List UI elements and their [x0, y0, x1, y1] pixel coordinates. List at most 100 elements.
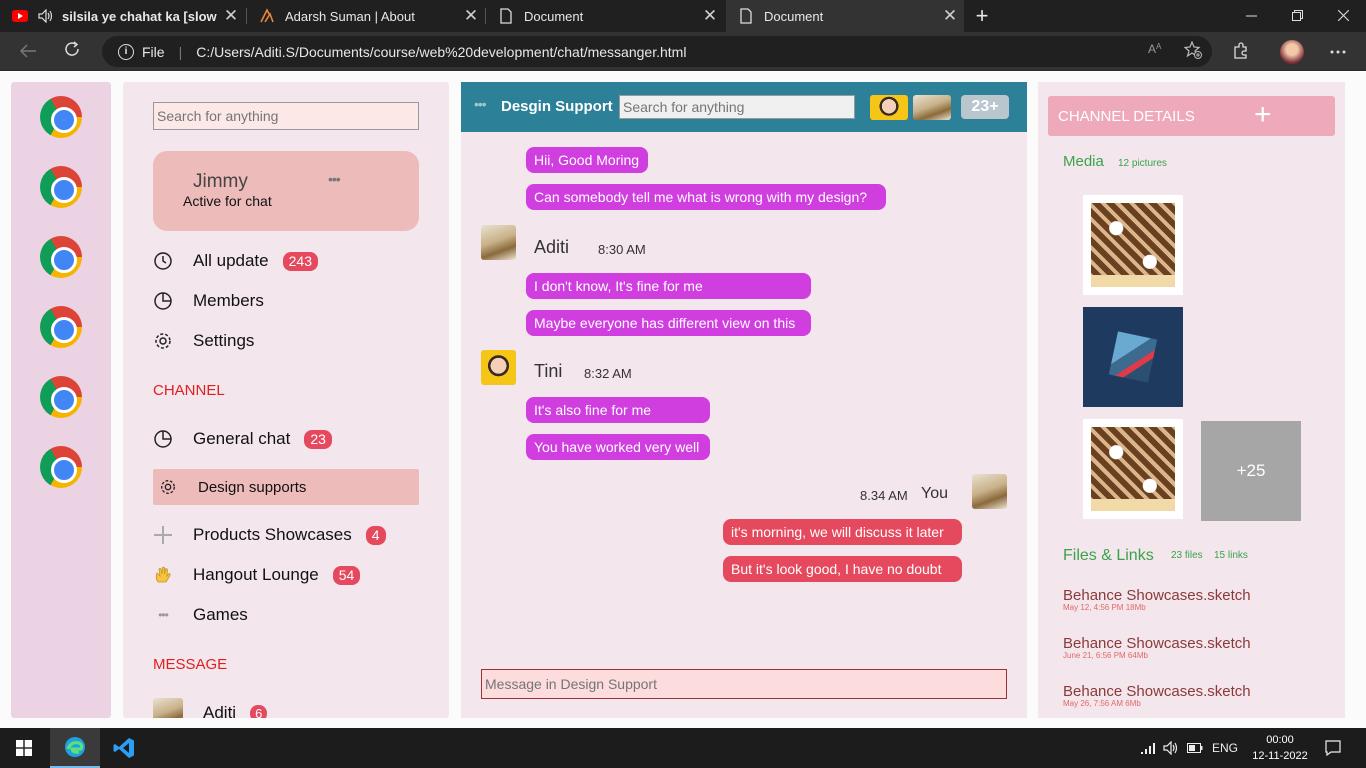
back-icon[interactable] [14, 38, 42, 66]
minimize-icon[interactable] [1228, 0, 1274, 32]
favorite-add-icon[interactable] [1183, 40, 1202, 62]
more-options-icon[interactable]: ••• [328, 171, 341, 187]
close-window-icon[interactable] [1320, 0, 1366, 32]
chrome-icon[interactable] [40, 236, 82, 278]
tab-title: Document [764, 8, 824, 24]
waving-hand-icon [153, 565, 173, 585]
close-tab-icon[interactable]: ✕ [217, 6, 245, 26]
details-header: CHANNEL DETAILS + [1048, 96, 1335, 136]
message-bubble: Hii, Good Moring [526, 147, 648, 173]
gear-icon [158, 477, 178, 497]
add-icon[interactable]: + [1254, 100, 1272, 130]
profile-name: Jimmy [193, 171, 248, 192]
windows-start-icon[interactable] [0, 728, 48, 768]
message-bubble: It's also fine for me [526, 397, 710, 423]
more-menu-icon[interactable] [1330, 38, 1346, 59]
url-actions: AA [1148, 40, 1202, 62]
sidebar: Jimmy Active for chat ••• All update 243… [123, 82, 449, 718]
media-thumbnail[interactable] [1083, 419, 1183, 519]
media-heading: Media [1063, 153, 1104, 170]
channel-label: Products Showcases [193, 525, 352, 544]
member-count-badge[interactable]: 23+ [961, 95, 1009, 119]
media-thumbnail[interactable] [1083, 195, 1183, 295]
more-media-button[interactable]: +25 [1201, 421, 1301, 521]
speaker-icon[interactable] [38, 8, 54, 24]
tab-document-active[interactable]: Document ✕ [726, 0, 964, 32]
battery-icon[interactable] [1187, 728, 1203, 768]
media-count: 12 pictures [1118, 158, 1167, 169]
sender-name: Aditi [534, 237, 570, 257]
read-aloud-icon[interactable]: AA [1148, 41, 1166, 62]
files-count: 23 files [1171, 550, 1203, 561]
dots-icon: ••• [158, 608, 169, 622]
tab-adarsh-about[interactable]: Adarsh Suman | About ✕ [247, 0, 485, 32]
channel-games[interactable]: ••• Games [153, 600, 248, 630]
count-badge: 23 [304, 429, 332, 449]
direct-message-aditi[interactable]: Aditi 6 [153, 698, 268, 718]
channel-title: Desgin Support [501, 98, 613, 115]
pie-chart-icon [153, 291, 173, 311]
edge-taskbar-icon[interactable] [50, 728, 100, 768]
clock-time: 00:00 [1266, 734, 1294, 746]
tab-title: Document [524, 8, 584, 24]
chrome-icon[interactable] [40, 446, 82, 488]
close-tab-icon[interactable]: ✕ [457, 6, 485, 26]
close-tab-icon[interactable]: ✕ [696, 6, 724, 26]
notifications-icon[interactable] [1325, 728, 1341, 768]
tab-title: Adarsh Suman | About [285, 8, 415, 24]
sidebar-search-input[interactable] [153, 102, 419, 130]
chrome-icon[interactable] [40, 306, 82, 348]
channel-heading: CHANNEL [153, 382, 225, 399]
url-text: C:/Users/Aditi.S/Documents/course/web%20… [196, 43, 687, 60]
avatar [972, 474, 1007, 509]
message-input[interactable] [481, 669, 1007, 699]
tab-document[interactable]: Document ✕ [486, 0, 724, 32]
profile-avatar[interactable] [1280, 40, 1304, 64]
refresh-icon[interactable] [58, 38, 86, 66]
svg-text:A: A [1148, 42, 1156, 55]
refresh-icon [153, 251, 173, 271]
new-tab-button[interactable]: + [968, 2, 996, 30]
member-avatar[interactable] [870, 95, 908, 120]
channel-general-chat[interactable]: General chat 23 [153, 424, 332, 454]
file-name[interactable]: Behance Showcases.sketch [1063, 635, 1251, 652]
clock-date: 12-11-2022 [1252, 750, 1308, 762]
member-avatar[interactable] [913, 95, 951, 120]
file-name[interactable]: Behance Showcases.sketch [1063, 683, 1251, 700]
channel-label: Games [193, 605, 248, 624]
volume-icon[interactable] [1163, 728, 1181, 768]
restore-icon[interactable] [1274, 0, 1320, 32]
nav-members[interactable]: Members [153, 286, 264, 316]
tab-youtube[interactable]: silsila ye chahat ka [slowe ✕ [0, 0, 245, 32]
close-tab-icon[interactable]: ✕ [936, 6, 964, 26]
extensions-icon[interactable] [1232, 41, 1250, 64]
media-thumbnail[interactable] [1083, 307, 1183, 407]
tab-title: silsila ye chahat ka [slowe [62, 8, 217, 24]
count-badge: 54 [332, 565, 361, 585]
nav-all-update[interactable]: All update 243 [153, 246, 318, 276]
file-name[interactable]: Behance Showcases.sketch [1063, 587, 1251, 604]
chrome-icon[interactable] [40, 376, 82, 418]
avatar [481, 350, 516, 385]
profile-card[interactable]: Jimmy Active for chat ••• [153, 151, 419, 231]
url-field[interactable]: i File | C:/Users/Aditi.S/Documents/cour… [102, 36, 1212, 67]
channel-hangout-lounge[interactable]: Hangout Lounge 54 [153, 560, 361, 590]
chrome-icon[interactable] [40, 166, 82, 208]
language-indicator[interactable]: ENG [1212, 728, 1238, 768]
network-icon[interactable] [1140, 728, 1156, 768]
document-icon [738, 8, 754, 24]
message-bubble: Maybe everyone has different view on thi… [526, 310, 811, 336]
chat-search-input[interactable] [619, 95, 855, 119]
chat-header: ••• Desgin Support 23+ [461, 82, 1027, 132]
more-options-icon[interactable]: ••• [474, 96, 487, 112]
nav-settings[interactable]: Settings [153, 326, 254, 356]
channel-design-supports-row[interactable]: Design supports [158, 472, 306, 502]
clock[interactable]: 00:00 12-11-2022 [1252, 732, 1308, 764]
message-bubble: Can somebody tell me what is wrong with … [526, 184, 886, 210]
chrome-icon[interactable] [40, 96, 82, 138]
vscode-taskbar-icon[interactable] [100, 728, 148, 768]
channel-products-showcases[interactable]: Products Showcases 4 [153, 520, 386, 550]
messenger-page: Jimmy Active for chat ••• All update 243… [0, 72, 1366, 728]
info-icon[interactable]: i [118, 43, 134, 60]
nav-label: Members [193, 291, 264, 310]
